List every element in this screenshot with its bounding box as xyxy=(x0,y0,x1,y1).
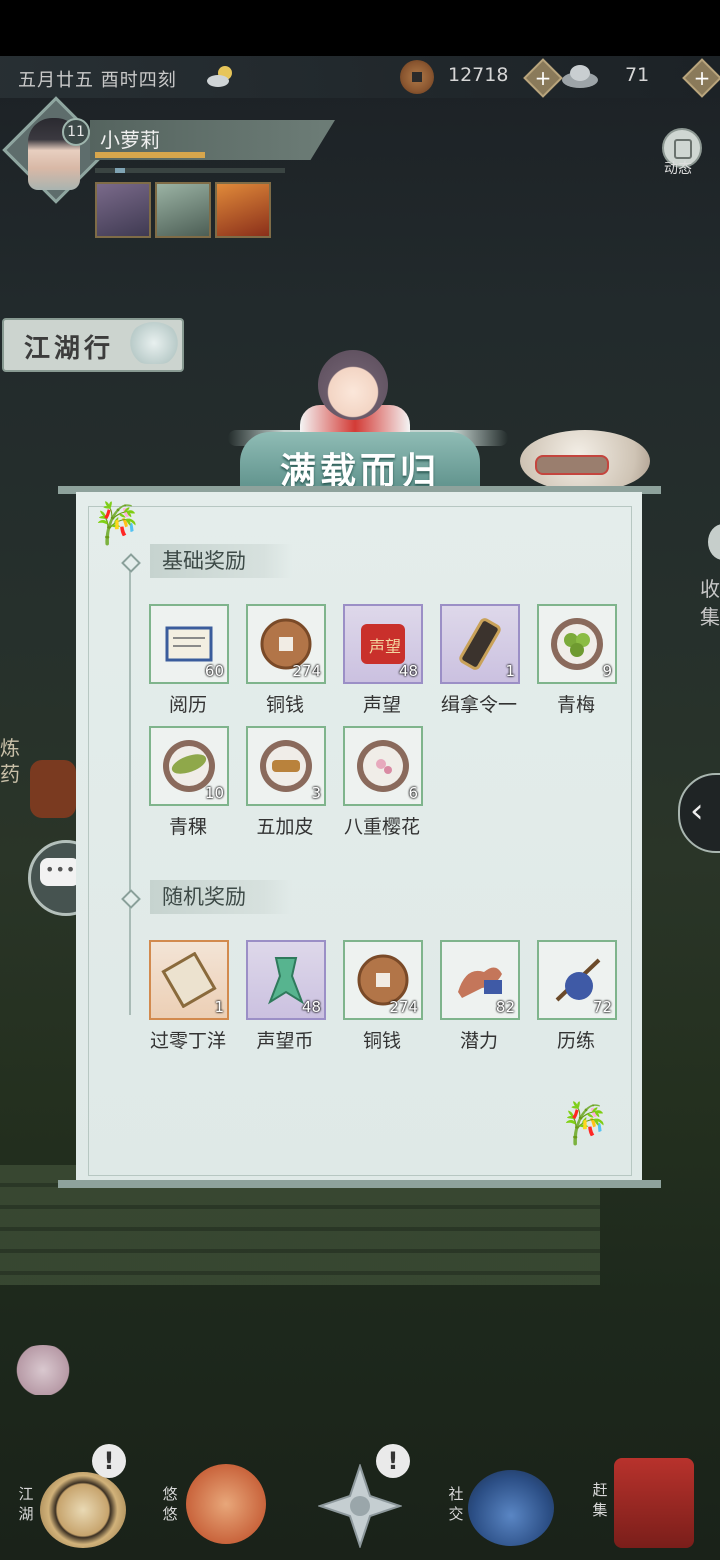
scroll-rod-bottom xyxy=(58,1180,661,1188)
item-name: 声望币 xyxy=(256,1030,314,1052)
plus-icon: + xyxy=(534,66,552,90)
item-tile[interactable]: 72 xyxy=(537,940,617,1020)
item-name: 潜力 xyxy=(459,1030,498,1052)
item-count: 82 xyxy=(495,998,515,1016)
skill-slot-3[interactable] xyxy=(215,182,271,238)
chat-bubble-icon xyxy=(40,858,80,886)
alert-badge-icon: ! xyxy=(376,1444,410,1478)
item-count: 10 xyxy=(204,784,224,802)
item-count: 9 xyxy=(602,662,612,680)
item-count: 72 xyxy=(592,998,612,1016)
item-count: 48 xyxy=(301,998,321,1016)
lotus-flower-icon xyxy=(8,1345,78,1395)
item-name: 青梅 xyxy=(556,694,595,716)
sack-tie xyxy=(535,455,609,475)
green-plum-icon xyxy=(549,616,605,672)
item-count: 1 xyxy=(505,662,515,680)
nav-social-label: 社交 xyxy=(448,1485,464,1523)
wave-icon[interactable] xyxy=(468,1470,554,1546)
item-tile[interactable]: 3 xyxy=(246,726,326,806)
jianghu-label: 江湖行 xyxy=(24,334,115,364)
nav-jianghu-label: 江湖 xyxy=(18,1485,34,1523)
item-name: 青稞 xyxy=(168,816,207,838)
bottom-nav: 江湖 ! 悠悠 ! 社交 赶集 xyxy=(0,1440,720,1560)
svg-text:声望: 声望 xyxy=(369,637,401,656)
mascot-girl-icon xyxy=(318,350,388,420)
crane-icon[interactable] xyxy=(186,1464,266,1544)
player-level: 11 xyxy=(62,118,90,146)
stamina-bar xyxy=(95,168,285,173)
item-count: 60 xyxy=(204,662,224,680)
collect-label[interactable]: 收集 xyxy=(700,575,720,631)
item-tile[interactable]: 1 xyxy=(149,940,229,1020)
basket-icon[interactable] xyxy=(614,1458,694,1548)
nav-youyou-label: 悠悠 xyxy=(162,1485,178,1523)
cherry-blossom-icon xyxy=(355,738,411,794)
item-count: 6 xyxy=(408,784,418,802)
item-tile[interactable]: 274 xyxy=(343,940,423,1020)
item-tile[interactable]: 10 xyxy=(149,726,229,806)
item-name: 声望 xyxy=(362,694,401,716)
exp-bar xyxy=(95,152,205,158)
item-tile[interactable]: 82 xyxy=(440,940,520,1020)
item-name: 历练 xyxy=(556,1030,595,1052)
straw-hat-icon[interactable] xyxy=(40,1472,126,1548)
alchemy-label[interactable]: 炼药 xyxy=(0,735,22,787)
item-tile[interactable]: 1 xyxy=(440,604,520,684)
item-name: 五加皮 xyxy=(256,816,314,838)
item-name: 八重樱花 xyxy=(343,816,420,838)
item-name: 过零丁洋 xyxy=(149,1030,226,1052)
item-name: 缉拿令一 xyxy=(440,694,517,716)
bark-herb-icon xyxy=(258,738,314,794)
lotus-icon xyxy=(128,322,180,364)
item-name: 铜钱 xyxy=(265,694,304,716)
item-count: 274 xyxy=(292,662,321,680)
nav-market-label: 赶集 xyxy=(592,1481,608,1519)
silver-count: 71 xyxy=(625,64,650,86)
item-tile[interactable]: 声望 48 xyxy=(343,604,423,684)
copper-coin-icon xyxy=(400,60,434,94)
bamboo-decoration-icon: 🎋 xyxy=(92,501,142,547)
item-count: 48 xyxy=(398,662,418,680)
item-name: 铜钱 xyxy=(362,1030,401,1052)
arrest-token-icon xyxy=(452,616,508,672)
chevron-left-icon: ‹ xyxy=(690,791,704,831)
item-name: 阅历 xyxy=(168,694,207,716)
item-tile[interactable]: 274 xyxy=(246,604,326,684)
plus-icon: + xyxy=(693,66,711,90)
coin-count: 12718 xyxy=(448,64,509,86)
item-tile[interactable]: 48 xyxy=(246,940,326,1020)
status-bar xyxy=(0,0,720,56)
expand-panel-button[interactable]: ‹ xyxy=(678,773,720,853)
item-tile[interactable]: 60 xyxy=(149,604,229,684)
collect-badge xyxy=(708,524,720,560)
random-rewards-title: 随机奖励 xyxy=(150,880,292,914)
item-count: 3 xyxy=(311,784,321,802)
sun-cloud-icon xyxy=(207,66,232,87)
silver-ingot-icon xyxy=(562,65,598,88)
item-tile[interactable]: 6 xyxy=(343,726,423,806)
top-resource-bar: 五月廿五 酉时四刻 xyxy=(0,56,720,98)
item-count: 274 xyxy=(389,998,418,1016)
timeline-line xyxy=(129,565,131,1015)
lantern-icon xyxy=(30,760,76,818)
item-tile[interactable]: 9 xyxy=(537,604,617,684)
alert-badge-icon: ! xyxy=(92,1444,126,1478)
bamboo-decoration-icon: 🎋 xyxy=(560,1101,610,1147)
skill-slot-2[interactable] xyxy=(155,182,211,238)
game-date: 五月廿五 酉时四刻 xyxy=(18,70,177,91)
dynamic-label: 动态 xyxy=(664,161,692,177)
player-name: 小萝莉 xyxy=(100,128,160,152)
skill-slot-1[interactable] xyxy=(95,182,151,238)
poem-scroll-icon xyxy=(161,951,217,1009)
basic-rewards-title: 基础奖励 xyxy=(150,544,292,578)
item-count: 1 xyxy=(214,998,224,1016)
